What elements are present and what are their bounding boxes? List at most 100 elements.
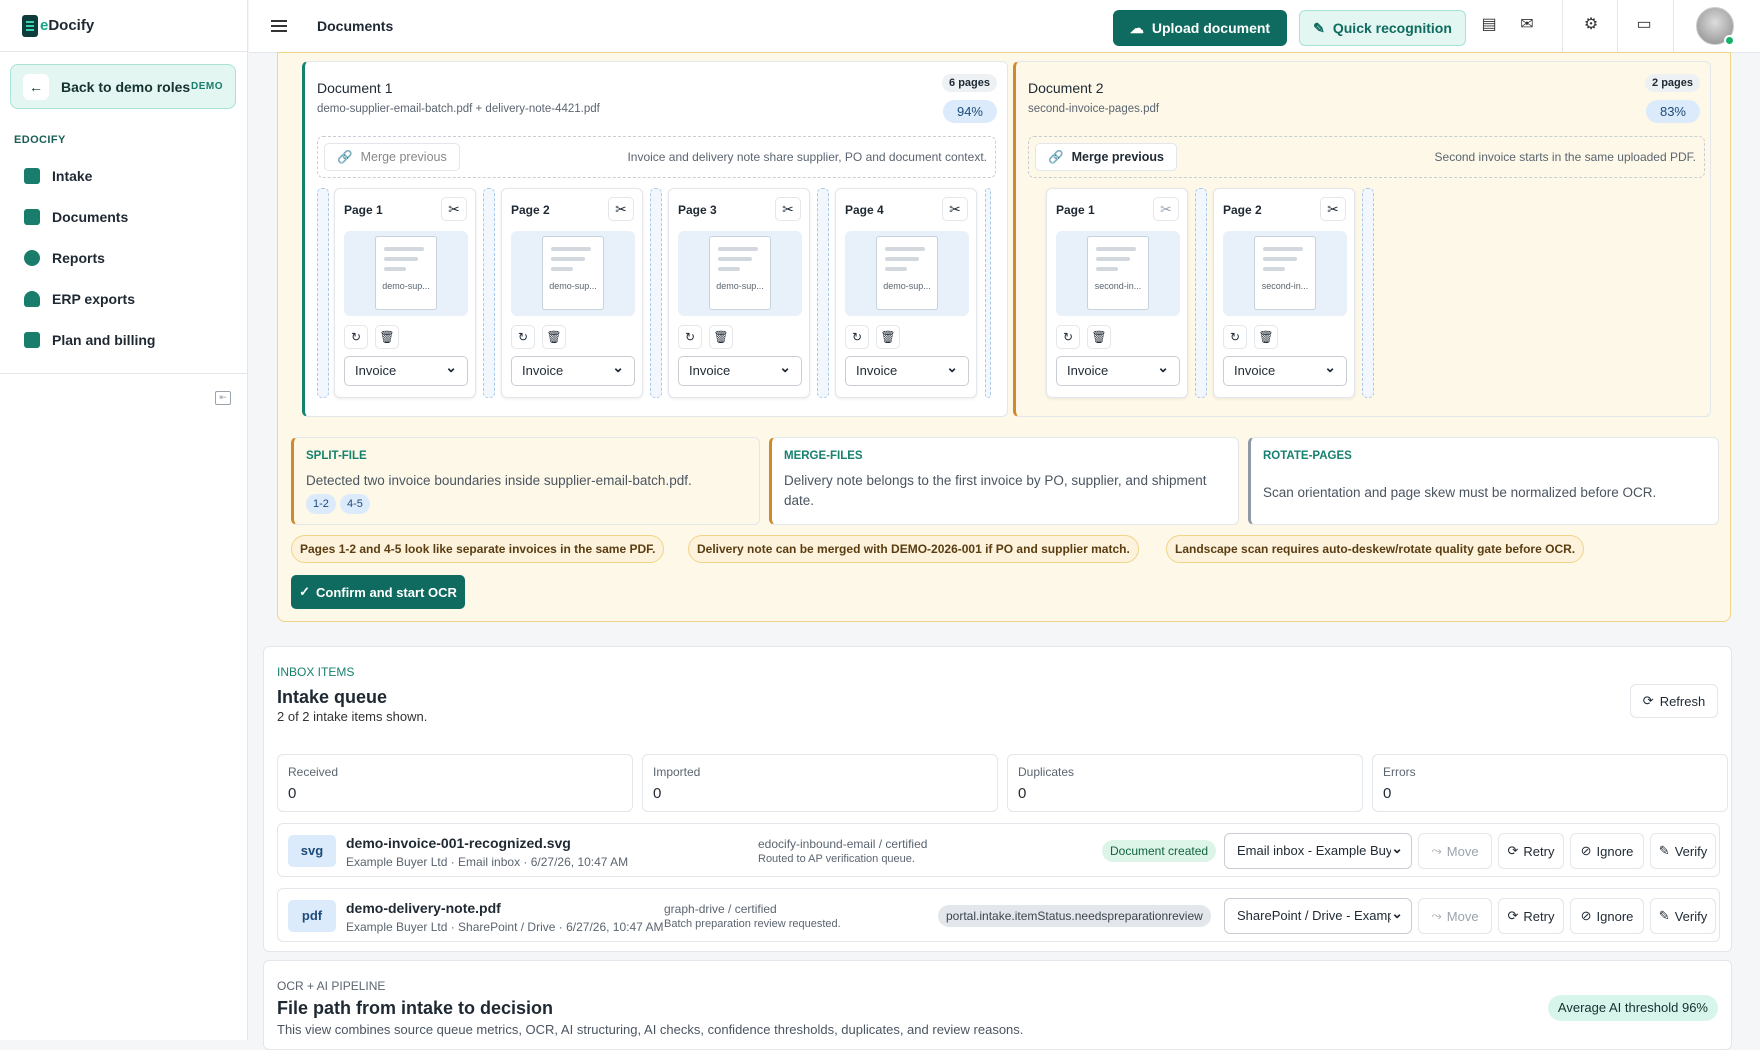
line (885, 267, 907, 271)
scissors-icon[interactable]: ✂ (775, 197, 801, 221)
gear-icon[interactable]: ⚙ (1582, 16, 1600, 34)
sidebar-item-plan-and-billing[interactable]: Plan and billing (14, 319, 234, 360)
target-queue-select[interactable]: Email inbox - Example Buy (1224, 833, 1412, 869)
trash-icon[interactable]: 🗑 (375, 325, 399, 349)
split-gap[interactable] (817, 188, 829, 398)
merge-previous-button[interactable]: 🔗 Merge previous (324, 143, 460, 171)
ban-icon: ⊘ (1580, 843, 1592, 858)
page-range-chip[interactable]: 1-2 (306, 494, 336, 514)
back-to-demo-roles-button[interactable]: ← Back to demo roles DEMO (10, 64, 236, 109)
document-icon[interactable]: ▤ (1480, 16, 1498, 34)
online-status-dot (1724, 35, 1735, 46)
ignore-button[interactable]: ⊘ Ignore (1570, 898, 1644, 934)
page-type-select[interactable]: Invoice (344, 353, 468, 386)
page-thumbnail[interactable]: demo-sup... (511, 231, 635, 316)
page-type-select[interactable]: Invoice (511, 353, 635, 386)
split-gap[interactable] (317, 188, 329, 398)
split-gap[interactable] (1362, 188, 1374, 398)
confirm-start-ocr-button[interactable]: ✓ Confirm and start OCR (291, 575, 465, 609)
ocr-pipeline-card: OCR + AI PIPELINE File path from intake … (263, 960, 1732, 1050)
move-button[interactable]: ⤳ Move (1418, 833, 1492, 869)
verify-button[interactable]: ✎ Verify (1650, 898, 1716, 934)
rotate-icon[interactable]: ↻ (1223, 325, 1247, 349)
page-thumbnail[interactable]: second-in... (1056, 231, 1180, 316)
trash-icon[interactable]: 🗑 (1254, 325, 1278, 349)
file-type-badge: pdf (288, 900, 336, 932)
recommendation-heading: ROTATE-PAGES (1263, 450, 1352, 462)
upload-document-button[interactable]: ☁ Upload document (1113, 10, 1287, 46)
page-label: Page 3 (678, 203, 717, 217)
ignore-button[interactable]: ⊘ Ignore (1570, 833, 1644, 869)
merge-previous-button[interactable]: 🔗 Merge previous (1035, 143, 1177, 171)
rotate-icon[interactable]: ↻ (511, 325, 535, 349)
cloud-upload-icon: ☁ (1129, 19, 1144, 36)
page-card: Page 1 ✂ second-in... ↻ 🗑 Invoice (1046, 188, 1188, 398)
sidebar-item-documents[interactable]: Documents (14, 196, 234, 237)
stat-label: Imported (653, 765, 701, 779)
page-type-select[interactable]: Invoice (678, 353, 802, 386)
recommendation-rotate-pages: ROTATE-PAGES Scan orientation and page s… (1248, 437, 1719, 525)
trash-icon[interactable]: 🗑 (876, 325, 900, 349)
file-name[interactable]: demo-delivery-note.pdf (346, 900, 501, 916)
stat-value: 0 (288, 785, 297, 802)
menu-icon[interactable] (271, 20, 287, 22)
file-name[interactable]: demo-invoice-001-recognized.svg (346, 835, 571, 851)
rotate-icon[interactable]: ↻ (845, 325, 869, 349)
move-icon: ⤳ (1431, 843, 1442, 858)
scissors-icon[interactable]: ✂ (441, 197, 467, 221)
merge-row: 🔗 Merge previous Second invoice starts in… (1028, 136, 1705, 178)
stat-label: Received (288, 765, 339, 779)
link-icon: 🔗 (1048, 149, 1064, 164)
stat-value: 0 (653, 785, 662, 802)
mail-icon[interactable]: ✉ (1518, 16, 1536, 34)
avatar[interactable] (1696, 7, 1735, 46)
trash-icon[interactable]: 🗑 (709, 325, 733, 349)
split-gap[interactable] (650, 188, 662, 398)
scissors-icon[interactable]: ✂ (942, 197, 968, 221)
sidebar-nav: Intake Documents Reports ERP exports Pla… (14, 155, 234, 360)
trash-icon[interactable]: 🗑 (1087, 325, 1111, 349)
file-type-badge: svg (288, 835, 336, 867)
sidebar-item-erp-exports[interactable]: ERP exports (14, 278, 234, 319)
scissors-icon[interactable]: ✂ (1320, 197, 1346, 221)
page-sheet: second-in... (1087, 236, 1149, 310)
file-source: edocify-inbound-email / certified (758, 837, 928, 851)
id-card-icon[interactable]: ▭ (1635, 16, 1653, 34)
verify-button[interactable]: ✎ Verify (1650, 833, 1716, 869)
rotate-icon[interactable]: ↻ (344, 325, 368, 349)
stat-imported: Imported 0 (642, 754, 998, 812)
page-thumbnail[interactable]: second-in... (1223, 231, 1347, 316)
split-gap[interactable] (1195, 188, 1207, 398)
trash-icon[interactable]: 🗑 (542, 325, 566, 349)
page-thumbnail[interactable]: demo-sup... (344, 231, 468, 316)
page-type-select[interactable]: Invoice (1056, 353, 1180, 386)
sidebar-item-intake[interactable]: Intake (14, 155, 234, 196)
rotate-icon[interactable]: ↻ (678, 325, 702, 349)
page-type-select[interactable]: Invoice (845, 353, 969, 386)
move-button[interactable]: ⤳ Move (1418, 898, 1492, 934)
page-thumbnail[interactable]: demo-sup... (845, 231, 969, 316)
split-gap[interactable] (483, 188, 495, 398)
upload-label: Upload document (1151, 20, 1271, 36)
scissors-icon[interactable]: ✂ (1153, 197, 1179, 221)
arrow-left-icon: ← (23, 73, 49, 100)
logo[interactable]: e Docify (0, 0, 247, 52)
page-type-select[interactable]: Invoice (1223, 353, 1347, 386)
scissors-icon[interactable]: ✂ (608, 197, 634, 221)
retry-button[interactable]: ⟳ Retry (1498, 898, 1564, 934)
page-label: Page 2 (1223, 203, 1262, 217)
quick-recognition-button[interactable]: ✎ Quick recognition (1299, 10, 1466, 46)
nav-section-heading: EDOCIFY (14, 134, 66, 146)
page-thumbnail[interactable]: demo-sup... (678, 231, 802, 316)
refresh-button[interactable]: ⟳ Refresh (1630, 684, 1718, 718)
retry-button[interactable]: ⟳ Retry (1498, 833, 1564, 869)
sidebar-item-reports[interactable]: Reports (14, 237, 234, 278)
rotate-icon[interactable]: ↻ (1056, 325, 1080, 349)
target-queue-select[interactable]: SharePoint / Drive - Examp (1224, 898, 1412, 934)
line (1263, 267, 1285, 271)
threshold-badge: Average AI threshold 96% (1547, 995, 1718, 1021)
split-gap[interactable] (985, 188, 991, 398)
page-card: Page 2 ✂ second-in... ↻ 🗑 Invoice (1213, 188, 1355, 398)
page-range-chip[interactable]: 4-5 (340, 494, 370, 514)
collapse-sidebar-icon[interactable]: ⇤ (215, 391, 231, 405)
